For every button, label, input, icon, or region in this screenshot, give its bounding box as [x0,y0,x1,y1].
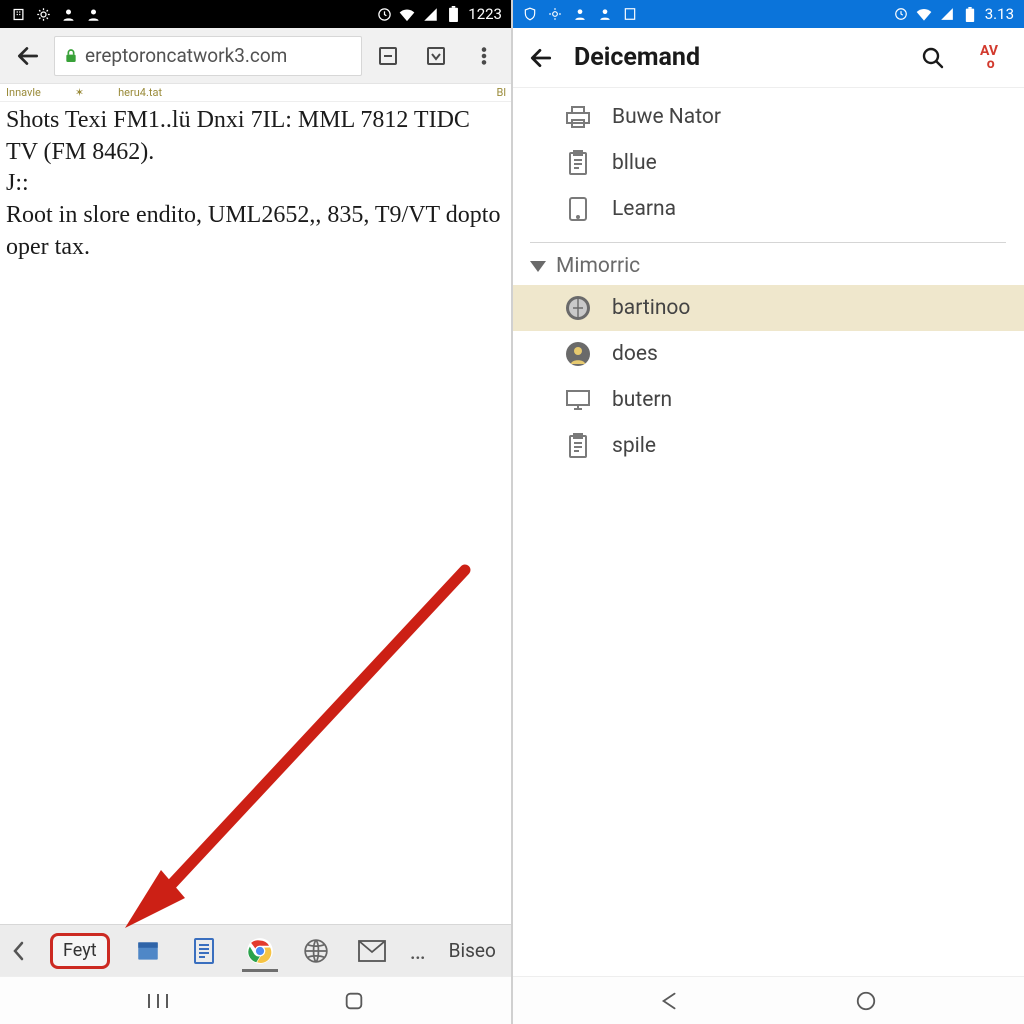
task-chrome-icon[interactable] [242,933,278,969]
android-nav-bar-right [512,976,1024,1024]
status-card-icon [622,6,638,22]
app-title: Deicemand [574,43,700,72]
ribbon-item[interactable]: heru4.tat [118,86,162,99]
chevron-down-icon [530,261,546,272]
compass-icon [564,294,592,322]
list-item-label: Learna [612,197,676,221]
printer-icon [564,103,592,131]
nav-home-button[interactable] [843,986,889,1016]
wifi-icon [399,6,415,22]
app-toolbar: Deicemand AV o [512,28,1024,88]
nav-home-button[interactable] [331,986,377,1016]
monitor-icon [564,386,592,414]
task-more-button[interactable]: … [410,937,429,965]
tablet-icon [564,195,592,223]
ribbon-item[interactable]: Bl [496,86,506,99]
list-item-label: bllue [612,151,657,175]
task-more-label[interactable]: Biseo [449,939,496,962]
page-ribbon: Innavle ✶ heru4.tat Bl [0,84,512,102]
signal-icon [422,6,438,22]
app-switcher-bar: Feyt … Biseo [0,924,512,976]
status-time: 3.13 [985,5,1014,23]
device-list[interactable]: Buwe Nator bllue Learna Mimorric bartinoo d… [512,88,1024,976]
android-nav-bar-left [0,976,512,1024]
task-prev-button[interactable] [8,933,30,969]
status-shield-icon [522,6,538,22]
nav-back-button[interactable] [647,986,693,1016]
nav-recents-button[interactable] [135,986,181,1016]
list-item-label: does [612,342,658,366]
status-bar-right: 3.13 [512,0,1024,28]
back-button[interactable] [522,39,560,77]
sort-az-button[interactable]: AV o [974,43,1004,73]
feyt-label: Feyt [63,940,97,961]
back-button[interactable] [6,34,50,78]
list-item[interactable]: spile [512,423,1024,469]
section-title: Mimorric [556,254,640,278]
list-item-label: butern [612,388,672,412]
reader-mode-button[interactable] [366,34,410,78]
battery-icon [962,6,978,22]
overflow-menu-button[interactable] [462,34,506,78]
list-item[interactable]: bllue [512,140,1024,186]
task-mail-icon[interactable] [354,933,390,969]
list-item[interactable]: does [512,331,1024,377]
clock-icon [893,6,909,22]
page-content: Shots Texi FM1..lü Dnxi 7IL: MML 7812 TI… [0,102,512,924]
avatar-icon [564,340,592,368]
lock-icon [63,47,79,65]
section-separator [530,242,1006,243]
status-bar-left: 1223 [0,0,512,28]
list-item-label: Buwe Nator [612,105,721,129]
clipboard-icon [564,432,592,460]
status-building-icon [10,6,26,22]
search-button[interactable] [918,43,948,73]
right-pane: 3.13 Deicemand AV o Buwe Nator bllue Learn… [512,0,1024,1024]
list-item[interactable]: bartinoo [512,285,1024,331]
status-cog-icon [547,6,563,22]
status-person2-icon [85,6,101,22]
clipboard-icon [564,149,592,177]
status-person-icon [60,6,76,22]
status-person-icon [572,6,588,22]
battery-icon [445,6,461,22]
task-doc-icon[interactable] [186,933,222,969]
signal-icon [939,6,955,22]
bookmark-button[interactable] [414,34,458,78]
page-text: J:: [6,168,504,200]
url-text: ereptoroncatwork3.com [85,44,353,67]
list-item-label: spile [612,434,656,458]
clock-icon [376,6,392,22]
list-item[interactable]: Buwe Nator [512,94,1024,140]
section-header[interactable]: Mimorric [512,247,1024,285]
address-bar[interactable]: ereptoroncatwork3.com [54,36,362,76]
status-cog-icon [35,6,51,22]
feyt-button[interactable]: Feyt [50,933,110,969]
wifi-icon [916,6,932,22]
browser-toolbar: ereptoroncatwork3.com [0,28,512,84]
list-item[interactable]: butern [512,377,1024,423]
list-item-label: bartinoo [612,296,690,320]
page-text: Root in slore endito, UML2652,, 835, T9/… [6,200,504,263]
status-time: 1223 [468,5,502,23]
ribbon-item[interactable]: Innavle [6,86,41,99]
task-globe-icon[interactable] [298,933,334,969]
list-item[interactable]: Learna [512,186,1024,232]
status-person2-icon [597,6,613,22]
page-text: Shots Texi FM1..lü Dnxi 7IL: MML 7812 TI… [6,105,504,168]
left-pane: 1223 ereptoroncatwork3.com [0,0,512,1024]
task-window-icon[interactable] [130,933,166,969]
